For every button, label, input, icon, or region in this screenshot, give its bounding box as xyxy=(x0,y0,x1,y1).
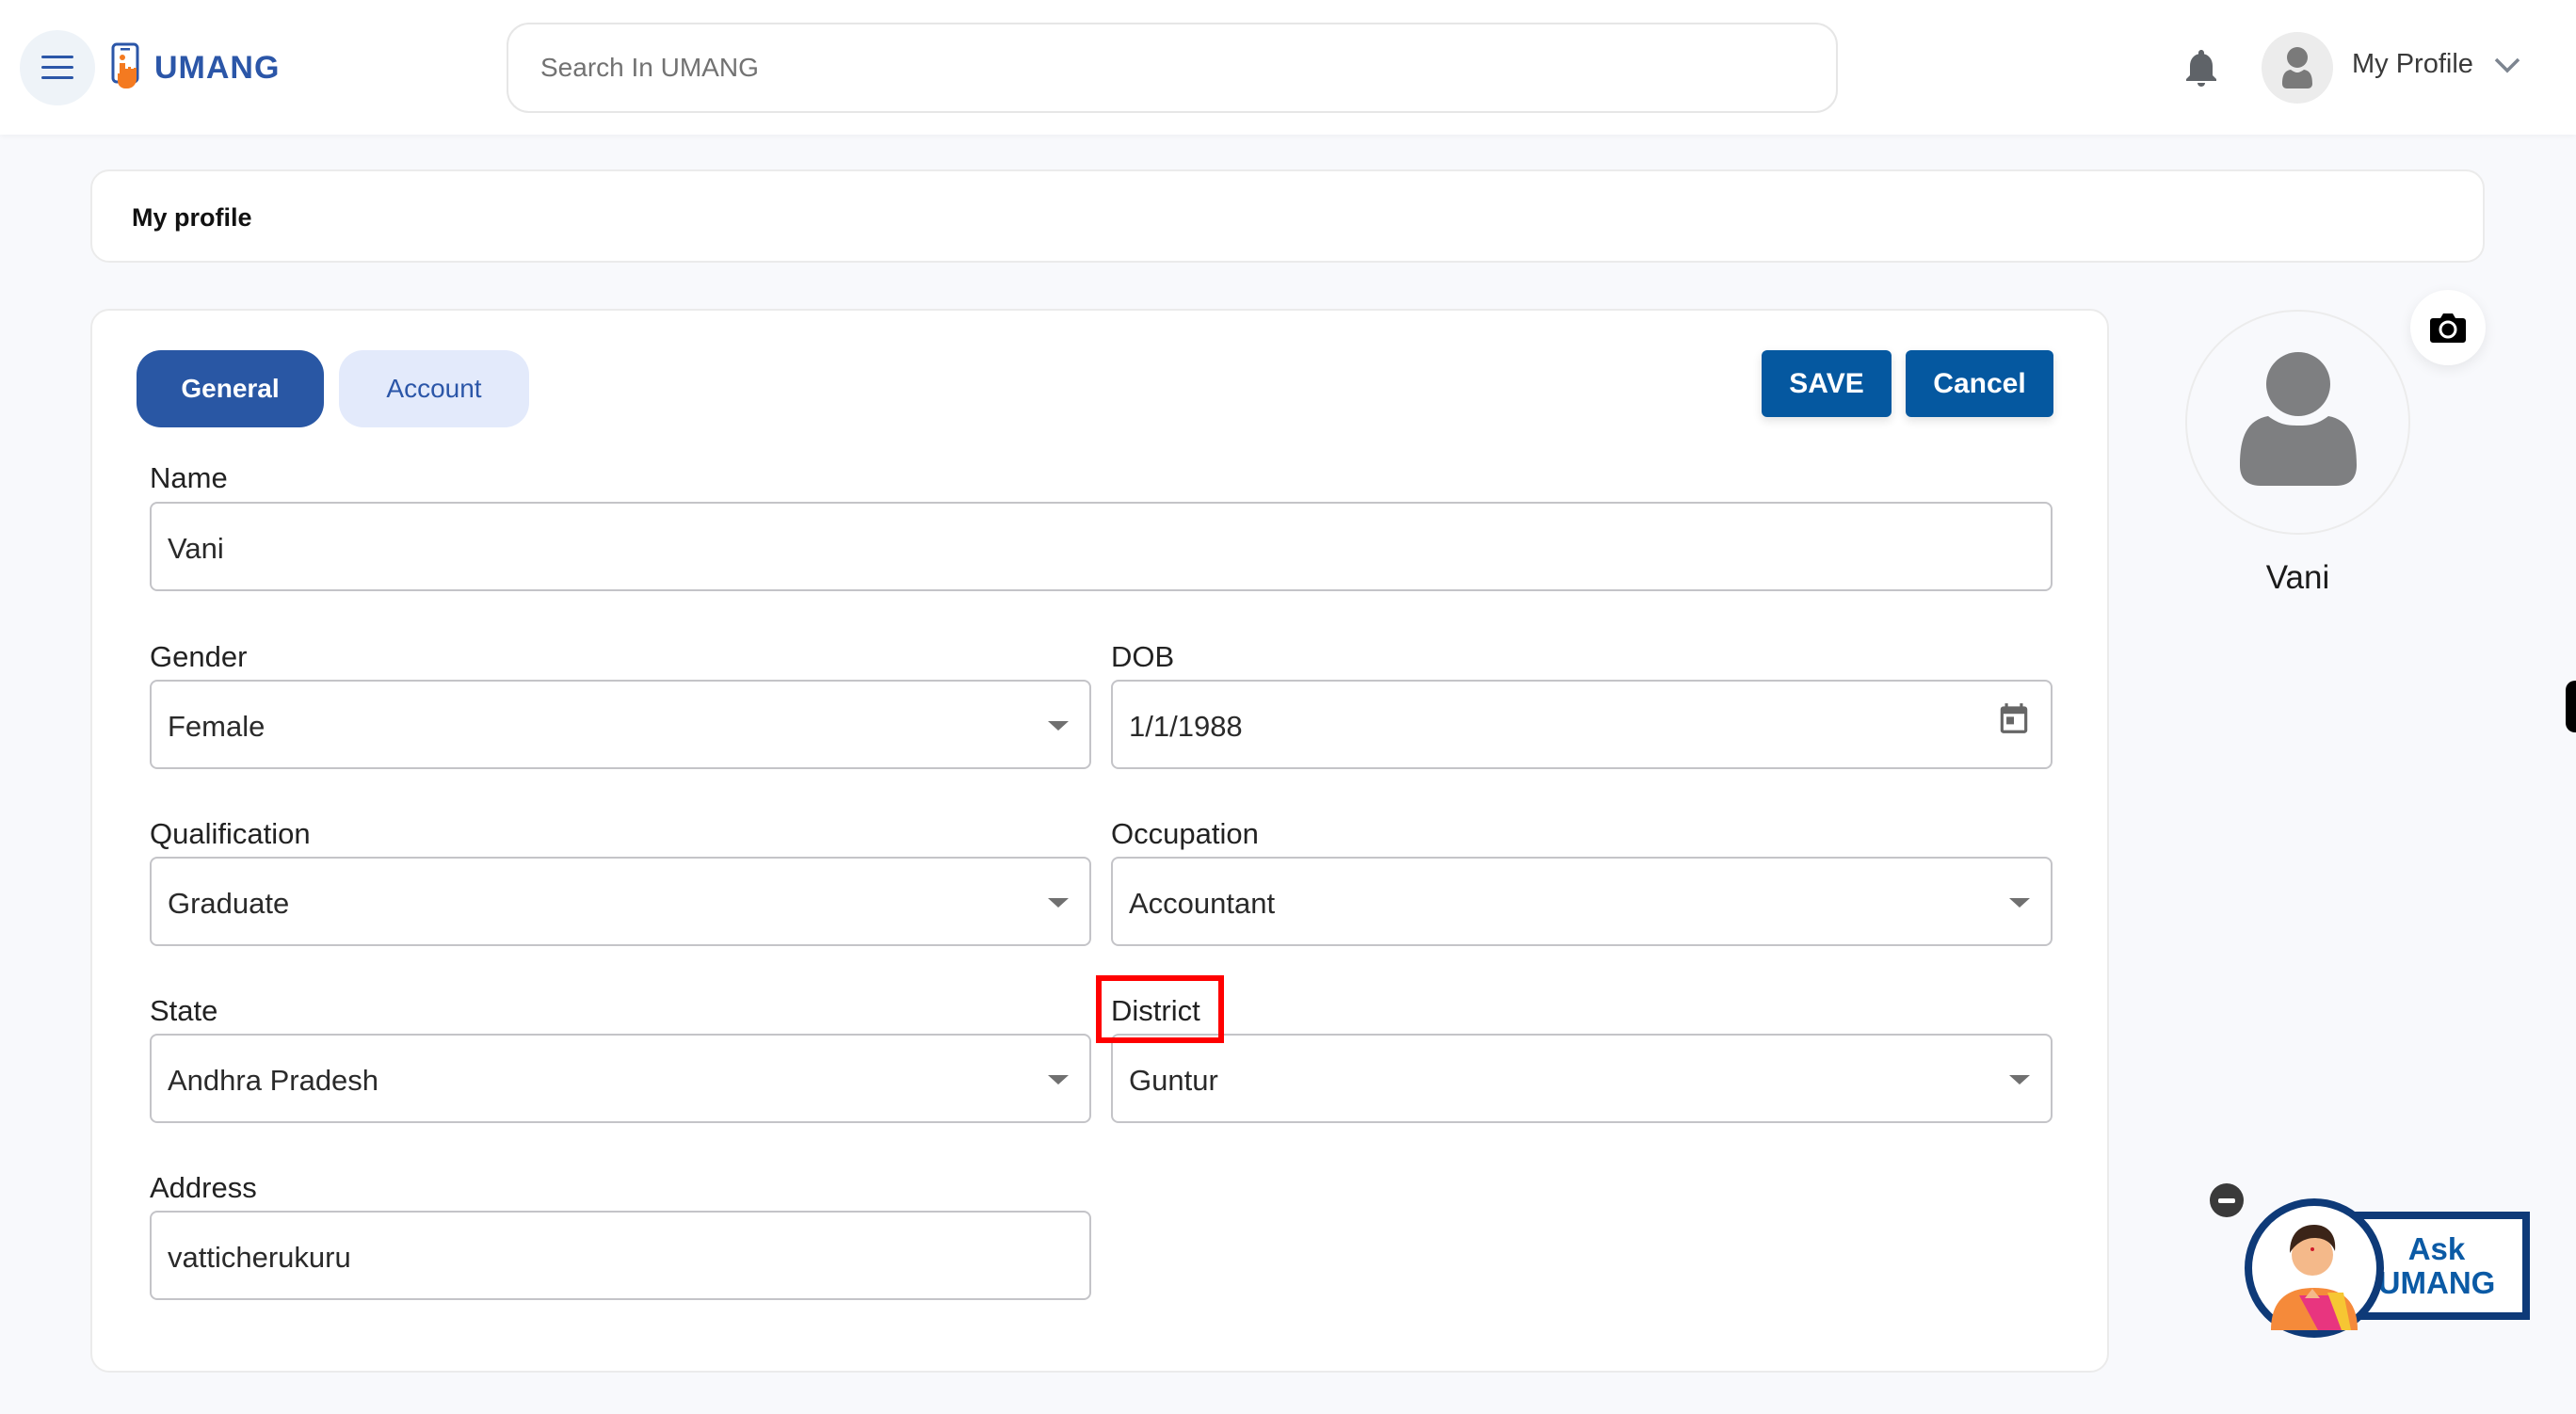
dropdown-arrow-icon xyxy=(1048,721,1069,731)
profile-display-name: Vani xyxy=(2265,559,2330,596)
occupation-select[interactable]: Accountant xyxy=(1111,857,2053,946)
gender-value: Female xyxy=(168,710,266,743)
top-header: UMANG My Profile xyxy=(0,0,2576,135)
occupation-value: Accountant xyxy=(1129,887,1276,920)
ask-umang-line2: UMANG xyxy=(2377,1264,2496,1300)
calendar-icon[interactable] xyxy=(1996,699,2032,738)
tab-general[interactable]: General xyxy=(137,350,324,427)
hamburger-icon xyxy=(41,56,73,80)
dob-value: 1/1/1988 xyxy=(1129,710,1243,743)
state-label: State xyxy=(150,994,218,1027)
name-value: Vani xyxy=(168,532,224,565)
chevron-down-icon[interactable] xyxy=(2493,55,2521,75)
assistant-avatar xyxy=(2245,1198,2384,1338)
search-input[interactable] xyxy=(508,24,1836,111)
cancel-button[interactable]: Cancel xyxy=(1906,350,2053,417)
occupation-label: Occupation xyxy=(1111,817,1259,850)
ask-umang-widget[interactable]: Ask UMANG xyxy=(2210,1172,2530,1338)
tab-account[interactable]: Account xyxy=(339,350,529,427)
name-label: Name xyxy=(150,461,228,494)
state-select[interactable]: Andhra Pradesh xyxy=(150,1034,1091,1123)
dropdown-arrow-icon xyxy=(1048,1075,1069,1085)
address-label: Address xyxy=(150,1171,257,1204)
side-panel-handle[interactable] xyxy=(2566,681,2576,732)
breadcrumb: My profile xyxy=(90,169,2485,263)
minimize-assistant-button[interactable] xyxy=(2210,1183,2244,1217)
district-label-highlight xyxy=(1096,975,1224,1043)
dob-label: DOB xyxy=(1111,640,1175,673)
name-field[interactable]: Vani xyxy=(150,502,2053,591)
ask-umang-line1: Ask xyxy=(2407,1230,2466,1266)
dropdown-arrow-icon xyxy=(2009,898,2030,908)
address-field[interactable]: vatticherukuru xyxy=(150,1211,1091,1300)
assistant-character-icon xyxy=(2271,1225,2358,1330)
profile-avatar[interactable] xyxy=(2262,32,2333,104)
notification-bell-icon[interactable] xyxy=(2179,45,2224,90)
search-box[interactable] xyxy=(507,23,1838,113)
dob-field[interactable]: 1/1/1988 xyxy=(1111,680,2053,769)
district-value: Guntur xyxy=(1129,1064,1218,1097)
qualification-select[interactable]: Graduate xyxy=(150,857,1091,946)
user-icon xyxy=(2282,47,2312,88)
gender-select[interactable]: Female xyxy=(150,680,1091,769)
minus-icon xyxy=(2218,1197,2235,1203)
dropdown-arrow-icon xyxy=(2009,1075,2030,1085)
save-button[interactable]: SAVE xyxy=(1762,350,1892,417)
qualification-label: Qualification xyxy=(150,817,311,850)
qualification-value: Graduate xyxy=(168,887,290,920)
menu-button[interactable] xyxy=(20,30,95,105)
my-profile-menu[interactable]: My Profile xyxy=(2352,49,2473,80)
gender-label: Gender xyxy=(150,640,248,673)
profile-picture xyxy=(2185,310,2410,535)
logo-text: UMANG xyxy=(154,49,281,86)
page-title: My profile xyxy=(132,203,252,232)
user-placeholder-icon xyxy=(2239,351,2357,486)
umang-logo-icon xyxy=(111,42,139,88)
profile-form-card: General Account SAVE Cancel Name Vani Ge… xyxy=(90,309,2109,1373)
district-select[interactable]: Guntur xyxy=(1111,1034,2053,1123)
camera-icon xyxy=(2430,313,2466,343)
address-value: vatticherukuru xyxy=(168,1241,351,1274)
change-photo-button[interactable] xyxy=(2410,290,2486,365)
dropdown-arrow-icon xyxy=(1048,898,1069,908)
state-value: Andhra Pradesh xyxy=(168,1064,379,1097)
umang-logo[interactable]: UMANG xyxy=(111,42,280,93)
